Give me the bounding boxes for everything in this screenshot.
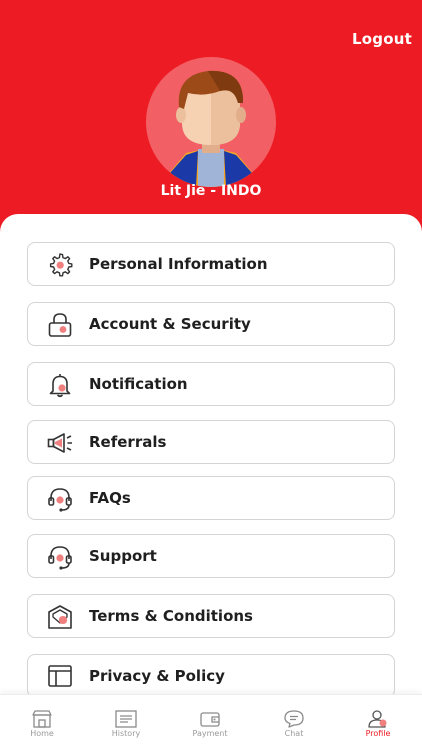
nav-label: History xyxy=(111,729,141,738)
logout-button[interactable]: Logout xyxy=(352,30,412,48)
menu-item-label: Notification xyxy=(89,375,188,393)
history-icon xyxy=(114,709,138,729)
nav-label: Home xyxy=(30,729,54,738)
bell-icon xyxy=(46,371,74,399)
menu-item-label: Referrals xyxy=(89,433,167,451)
gear-icon xyxy=(46,251,74,279)
shield-icon xyxy=(46,603,74,631)
nav-item-payment[interactable]: Payment xyxy=(168,695,252,750)
megaphone-icon xyxy=(46,429,74,457)
menu-item-label: Personal Information xyxy=(89,255,268,273)
nav-label: Payment xyxy=(192,729,228,738)
home-icon xyxy=(30,709,54,729)
window-icon xyxy=(46,663,74,691)
profile-header: Logout Lit Jie - INDO xyxy=(0,0,422,250)
menu-item-label: Terms & Conditions xyxy=(89,607,253,625)
menu-item-label: Support xyxy=(89,547,157,565)
headset-icon xyxy=(46,543,74,571)
chat-icon xyxy=(282,709,306,729)
nav-item-history[interactable]: History xyxy=(84,695,168,750)
nav-item-home[interactable]: Home xyxy=(0,695,84,750)
nav-item-profile[interactable]: Profile xyxy=(336,695,420,750)
person-avatar-icon xyxy=(170,70,252,187)
menu-item-personal-information[interactable]: Personal Information xyxy=(27,242,395,286)
wallet-icon xyxy=(198,709,222,729)
menu-item-label: FAQs xyxy=(89,489,131,507)
menu-item-account-security[interactable]: Account & Security xyxy=(27,302,395,346)
bottom-nav: Home History Payment Chat Profile xyxy=(0,694,422,750)
profile-icon xyxy=(366,709,390,729)
menu-item-label: Privacy & Policy xyxy=(89,667,225,685)
lock-icon xyxy=(46,311,74,339)
username: Lit Jie - INDO xyxy=(160,183,262,199)
headset-icon xyxy=(46,485,74,513)
nav-label: Profile xyxy=(365,729,391,738)
menu-item-faqs[interactable]: FAQs xyxy=(27,476,395,520)
menu-item-referrals[interactable]: Referrals xyxy=(27,420,395,464)
menu-item-label: Account & Security xyxy=(89,315,251,333)
menu-item-support[interactable]: Support xyxy=(27,534,395,578)
menu-sheet: Personal Information Account & Security … xyxy=(0,214,422,694)
menu-item-notification[interactable]: Notification xyxy=(27,362,395,406)
menu-item-terms-conditions[interactable]: Terms & Conditions xyxy=(27,594,395,638)
avatar xyxy=(146,57,276,187)
menu-item-privacy-policy[interactable]: Privacy & Policy xyxy=(27,654,395,694)
nav-item-chat[interactable]: Chat xyxy=(252,695,336,750)
nav-label: Chat xyxy=(284,729,304,738)
